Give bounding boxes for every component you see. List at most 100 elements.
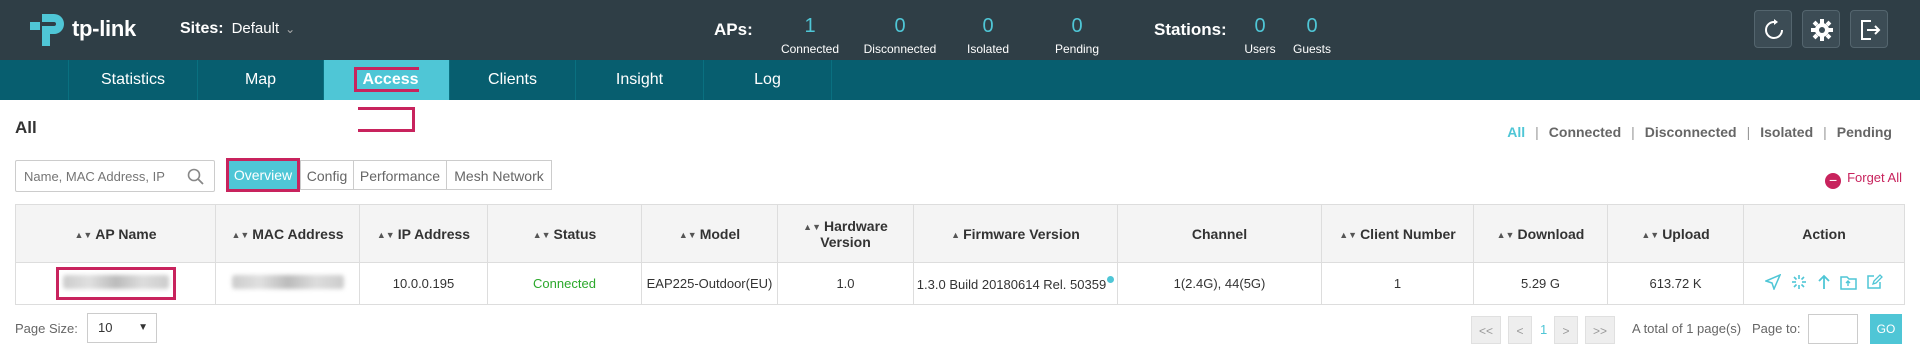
table-header-row: ▲▼ AP Name ▲▼ MAC Address ▲▼ IP Address ▲▼ S… — [15, 204, 1905, 263]
tab-config[interactable]: Config — [300, 160, 354, 190]
go-button[interactable]: GO — [1870, 314, 1902, 344]
upgrade-icon[interactable] — [1817, 274, 1831, 293]
settings-button[interactable] — [1802, 10, 1840, 48]
filter-all[interactable]: All — [1507, 124, 1525, 140]
logout-button[interactable] — [1850, 10, 1888, 48]
aps-label: APs: — [714, 20, 753, 39]
current-page[interactable]: 1 — [1540, 316, 1547, 344]
ip-address-cell: 10.0.0.195 — [359, 262, 488, 305]
chevron-down-icon[interactable]: ⌄ — [285, 22, 295, 36]
tab-performance[interactable]: Performance — [353, 160, 447, 190]
col-model[interactable]: ▲▼ Model — [641, 204, 778, 263]
col-status[interactable]: ▲▼ Status — [487, 204, 642, 263]
mac-address-redacted — [231, 275, 344, 289]
firmware-version-cell: 1.3.0 Build 20180614 Rel. 50359 — [913, 262, 1118, 305]
last-page-button[interactable]: >> — [1585, 316, 1615, 344]
col-ip-address-label: IP Address — [397, 225, 471, 242]
upload-cell: 613.72 K — [1607, 262, 1744, 305]
col-ap-name[interactable]: ▲▼ AP Name — [15, 204, 216, 263]
next-page-button[interactable]: > — [1554, 316, 1578, 344]
sort-icon: ▲▼ — [376, 229, 395, 240]
aps-pending-count: 0 — [1071, 15, 1083, 37]
sort-icon: ▲▼ — [678, 229, 697, 240]
page-size-value: 10 — [98, 320, 113, 335]
caret-down-icon: ▼ — [138, 322, 148, 333]
filter-disconnected[interactable]: Disconnected — [1645, 124, 1737, 140]
aps-connected-stat[interactable]: 1 Connected — [765, 14, 855, 56]
nav-insight[interactable]: Insight — [576, 60, 704, 100]
col-ap-name-label: AP Name — [95, 225, 157, 242]
filter-separator: | — [1823, 124, 1827, 140]
col-hardware-version[interactable]: ▲▼ Hardware Version — [777, 204, 914, 263]
main-nav: Statistics Map Access Points Clients Ins… — [0, 60, 1920, 132]
col-channel: Channel — [1117, 204, 1322, 263]
top-header: tp-link Sites: Default ⌄ APs: 1 Connected … — [0, 0, 1920, 60]
action-cell — [1743, 262, 1905, 305]
firmware-version-text: 1.3.0 Build 20180614 Rel. 50359 — [916, 276, 1107, 292]
client-number-cell: 1 — [1321, 262, 1474, 305]
sites-value[interactable]: Default — [232, 20, 280, 37]
stations-guests-label: Guests — [1292, 42, 1331, 56]
aps-connected-count: 1 — [804, 15, 816, 37]
search-input[interactable] — [16, 161, 176, 191]
page-to-label: Page to: — [1752, 321, 1801, 336]
move-to-site-icon[interactable] — [1840, 274, 1857, 293]
col-download[interactable]: ▲▼ Download — [1473, 204, 1608, 263]
ap-name-link[interactable] — [55, 267, 176, 300]
access-points-table: ▲▼ AP Name ▲▼ MAC Address ▲▼ IP Address ▲▼ S… — [15, 204, 1905, 305]
nav-statistics[interactable]: Statistics — [68, 60, 198, 100]
nav-access-points[interactable]: Access Points — [324, 60, 450, 132]
aps-connected-label: Connected — [780, 42, 840, 56]
firmware-update-dot-icon[interactable] — [1107, 275, 1115, 283]
sort-icon: ▲ — [951, 229, 961, 240]
nav-map[interactable]: Map — [198, 60, 324, 100]
ap-name-redacted — [62, 275, 169, 289]
status-cell: Connected — [487, 262, 642, 305]
aps-disconnected-stat[interactable]: 0 Disconnected — [855, 14, 945, 56]
sort-icon: ▲▼ — [74, 229, 93, 240]
tab-overview[interactable]: Overview — [226, 158, 300, 192]
col-ip-address[interactable]: ▲▼ IP Address — [359, 204, 488, 263]
col-status-label: Status — [553, 225, 597, 242]
refresh-button[interactable] — [1754, 10, 1792, 48]
nav-clients[interactable]: Clients — [450, 60, 576, 100]
filter-connected[interactable]: Connected — [1549, 124, 1621, 140]
forget-all-button[interactable]: − Forget All — [1825, 170, 1902, 189]
nav-log[interactable]: Log — [704, 60, 832, 100]
download-cell: 5.29 G — [1473, 262, 1608, 305]
col-client-number[interactable]: ▲▼ Client Number — [1321, 204, 1474, 263]
col-firmware-version[interactable]: ▲ Firmware Version — [913, 204, 1118, 263]
tp-link-logo[interactable]: tp-link — [28, 10, 188, 50]
search-icon[interactable] — [187, 168, 204, 185]
sort-icon: ▲▼ — [532, 229, 551, 240]
stations-guests-count: 0 — [1306, 15, 1318, 37]
tp-link-logo-icon — [30, 14, 64, 46]
col-mac-address[interactable]: ▲▼ MAC Address — [215, 204, 360, 263]
page-to-input[interactable] — [1808, 314, 1858, 344]
site-selector[interactable]: Sites: Default ⌄ — [180, 20, 295, 38]
filter-isolated[interactable]: Isolated — [1760, 124, 1813, 140]
logout-icon — [1861, 20, 1881, 40]
col-upload[interactable]: ▲▼ Upload — [1607, 204, 1744, 263]
refresh-icon — [1765, 19, 1783, 39]
stations-guests-stat[interactable]: 0 Guests — [1267, 14, 1357, 56]
first-page-button[interactable]: << — [1471, 316, 1501, 344]
locate-icon[interactable] — [1764, 273, 1782, 293]
col-mac-address-label: MAC Address — [252, 225, 344, 242]
page-size-select[interactable]: 10 ▼ — [87, 313, 157, 343]
edit-icon[interactable] — [1867, 274, 1883, 293]
forget-all-label: Forget All — [1847, 170, 1902, 185]
minus-circle-icon: − — [1825, 173, 1842, 189]
reboot-icon[interactable] — [1791, 274, 1807, 293]
total-pages-text: A total of 1 page(s) — [1632, 321, 1742, 336]
aps-disconnected-count: 0 — [894, 15, 906, 37]
filter-separator: | — [1746, 124, 1751, 140]
ap-name-cell — [15, 262, 216, 305]
aps-pending-stat[interactable]: 0 Pending — [1032, 14, 1122, 56]
filter-pending[interactable]: Pending — [1837, 124, 1892, 140]
nav-access-points-label: Access Points — [354, 67, 419, 132]
tab-mesh-network[interactable]: Mesh Network — [446, 160, 552, 190]
mac-address-cell — [215, 262, 360, 305]
aps-isolated-stat[interactable]: 0 Isolated — [943, 14, 1033, 56]
prev-page-button[interactable]: < — [1508, 316, 1532, 344]
